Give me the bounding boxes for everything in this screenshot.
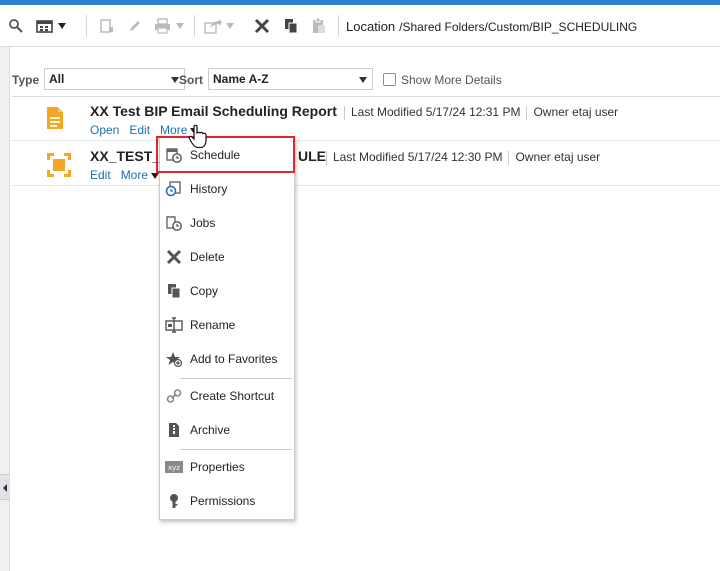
item-title[interactable]: XX Test BIP Email Scheduling Report <box>90 103 337 119</box>
more-actions-menu: Schedule History Jobs Delete Copy Rename… <box>159 136 295 520</box>
highlight-box <box>156 136 295 173</box>
item-owner: Owner etaj user <box>515 150 601 164</box>
toolbar-divider <box>86 15 87 37</box>
copy-button[interactable] <box>283 16 299 36</box>
menu-item-properties[interactable]: xyz Properties <box>160 450 294 484</box>
delete-icon <box>165 249 183 265</box>
share-icon <box>204 19 222 34</box>
location-label: Location <box>346 19 396 34</box>
edit-icon <box>130 21 140 31</box>
menu-item-label: Copy <box>190 284 219 298</box>
delete-button[interactable] <box>254 16 270 36</box>
collapse-arrow-icon <box>3 484 7 492</box>
rename-icon <box>165 317 183 333</box>
menu-item-label: History <box>190 182 228 196</box>
menu-item-label: Jobs <box>190 216 216 230</box>
chevron-down-icon <box>226 23 234 29</box>
paste-button[interactable] <box>311 16 327 36</box>
location-breadcrumb: Location /Shared Folders/Custom/BIP_SCHE… <box>346 19 637 34</box>
copy-icon <box>165 283 183 299</box>
show-more-details-label: Show More Details <box>401 73 502 87</box>
menu-item-label: Add to Favorites <box>190 352 278 366</box>
edit-link[interactable]: Edit <box>129 123 150 137</box>
svg-text:xyz: xyz <box>168 464 180 472</box>
menu-item-permissions[interactable]: Permissions <box>160 484 294 518</box>
sort-select-value: Name A-Z <box>213 72 269 86</box>
copy-icon <box>285 19 298 34</box>
menu-item-create-shortcut[interactable]: Create Shortcut <box>160 379 294 413</box>
search-icon <box>9 19 23 33</box>
menu-item-delete[interactable]: Delete <box>160 240 294 274</box>
type-select[interactable]: All <box>44 68 185 90</box>
more-link-label: More <box>160 123 188 137</box>
edit-button[interactable] <box>127 16 143 36</box>
delete-icon <box>254 18 270 34</box>
item-actions: Edit More <box>90 168 160 182</box>
catalog-list: XX Test BIP Email Scheduling Report Last… <box>12 96 720 571</box>
print-button[interactable] <box>154 16 184 36</box>
menu-item-label: Archive <box>190 423 231 437</box>
menu-item-label: Properties <box>190 460 245 474</box>
sort-label: Sort <box>179 73 203 87</box>
menu-item-label: Rename <box>190 318 236 332</box>
list-item[interactable]: XX_TEST_ ULE Last Modified 5/17/24 12:30… <box>12 142 720 186</box>
item-last-modified: Last Modified 5/17/24 12:30 PM <box>333 150 503 164</box>
more-link-label: More <box>120 168 149 182</box>
menu-item-label: Create Shortcut <box>190 389 275 403</box>
search-button[interactable] <box>8 16 24 36</box>
more-link[interactable]: More <box>120 168 160 182</box>
print-icon <box>155 18 170 34</box>
favorites-icon <box>165 351 183 367</box>
menu-item-label: Delete <box>190 250 225 264</box>
upload-button[interactable] <box>99 16 115 36</box>
menu-item-add-to-favorites[interactable]: Add to Favorites <box>160 342 294 376</box>
item-owner: Owner etaj user <box>533 105 619 119</box>
chevron-down-icon <box>176 23 184 29</box>
show-more-details-checkbox[interactable] <box>383 73 396 86</box>
menu-item-jobs[interactable]: Jobs <box>160 206 294 240</box>
item-title-end[interactable]: ULE <box>298 148 326 164</box>
menu-item-archive[interactable]: Archive <box>160 413 294 447</box>
chevron-down-icon <box>58 23 66 29</box>
item-last-modified: Last Modified 5/17/24 12:31 PM <box>351 105 521 119</box>
location-path[interactable]: /Shared Folders/Custom/BIP_SCHEDULING <box>399 20 637 34</box>
history-icon <box>165 181 183 197</box>
view-menu-button[interactable] <box>36 16 66 36</box>
shortcut-icon <box>165 388 183 404</box>
item-meta: Last Modified 5/17/24 12:30 PM Owner etaj… <box>326 150 600 165</box>
item-actions: Open Edit More <box>90 123 199 137</box>
sort-select[interactable]: Name A-Z <box>208 68 373 90</box>
toolbar-divider <box>194 15 195 37</box>
menu-item-rename[interactable]: Rename <box>160 308 294 342</box>
permissions-icon <box>165 493 183 509</box>
list-item[interactable]: XX Test BIP Email Scheduling Report Last… <box>12 97 720 141</box>
report-icon <box>47 107 63 129</box>
toolbar: Location /Shared Folders/Custom/BIP_SCHE… <box>0 5 720 47</box>
menu-item-label: Permissions <box>190 494 256 508</box>
job-icon <box>47 153 71 177</box>
item-meta: Last Modified 5/17/24 12:31 PM Owner etaj… <box>344 105 618 120</box>
menu-item-history[interactable]: History <box>160 172 294 206</box>
open-link[interactable]: Open <box>90 123 119 137</box>
type-label: Type <box>12 73 40 87</box>
chevron-down-icon <box>151 172 160 179</box>
type-select-value: All <box>49 72 65 86</box>
properties-icon: xyz <box>165 459 183 475</box>
view-icon <box>36 20 53 33</box>
jobs-icon <box>165 215 183 231</box>
item-title-start[interactable]: XX_TEST_ <box>90 148 160 164</box>
archive-icon <box>165 422 183 438</box>
edit-link[interactable]: Edit <box>90 168 111 182</box>
chevron-down-icon <box>171 77 179 83</box>
toolbar-divider <box>338 15 339 37</box>
share-button[interactable] <box>204 16 234 36</box>
paste-icon <box>313 18 325 33</box>
chevron-down-icon <box>359 77 367 83</box>
hand-cursor-icon <box>188 124 207 148</box>
menu-item-copy[interactable]: Copy <box>160 274 294 308</box>
upload-icon <box>100 19 113 33</box>
filter-bar: Type All Sort Name A-Z Show More Details <box>10 63 720 97</box>
